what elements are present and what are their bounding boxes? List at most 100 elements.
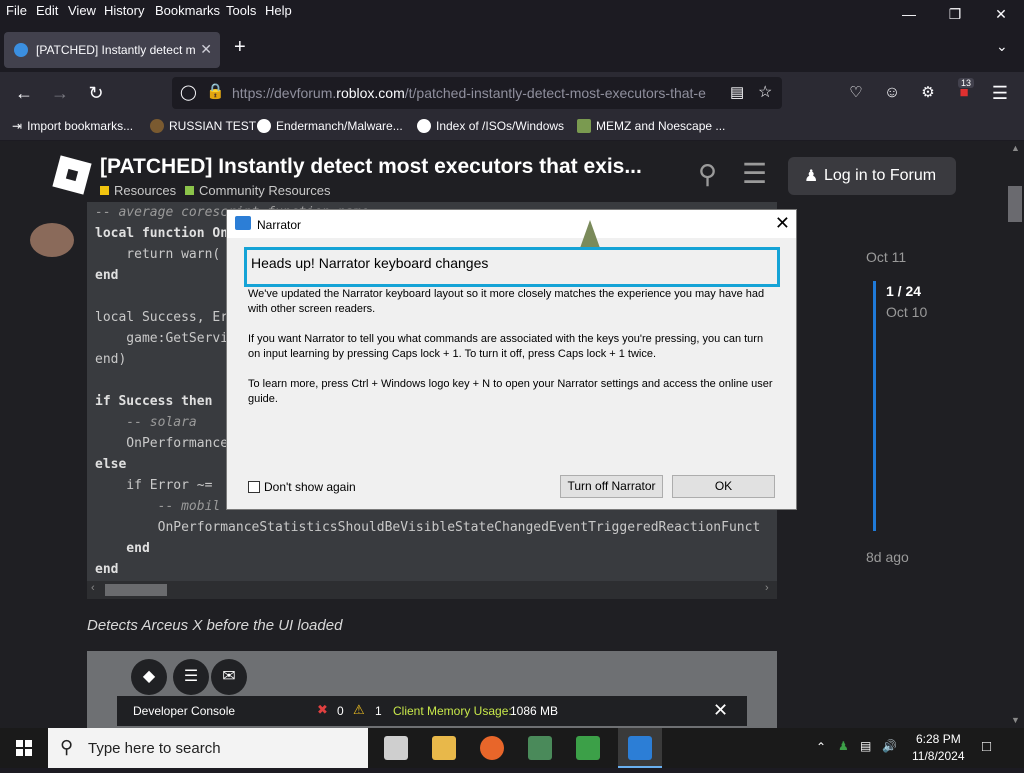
reader-view-icon[interactable]: ▤ xyxy=(730,83,744,101)
notification-icon[interactable]: □ xyxy=(982,738,991,755)
post-caption: Detects Arceus X before the UI loaded xyxy=(87,617,343,634)
code-line: end xyxy=(95,562,119,577)
network-icon[interactable]: ▤ xyxy=(860,739,871,753)
code-line: local function On xyxy=(95,226,229,241)
menu-file[interactable]: File xyxy=(6,3,27,18)
bookmark-memz[interactable]: MEMZ and Noescape ... xyxy=(577,119,725,133)
shield-icon[interactable]: ◯ xyxy=(180,83,197,101)
menu-tools[interactable]: Tools xyxy=(226,3,256,18)
narrator-body: We've updated the Narrator keyboard layo… xyxy=(248,287,778,422)
category-color-swatch xyxy=(185,186,194,195)
tray-app-icon[interactable]: ♟ xyxy=(838,739,849,753)
warning-count: 1 xyxy=(375,704,382,718)
clock-date[interactable]: 11/8/2024 xyxy=(912,749,965,763)
new-tab-icon[interactable]: + xyxy=(234,36,246,59)
roblox-taskbar-icon[interactable] xyxy=(384,736,408,760)
code-horizontal-scrollbar[interactable]: ‹ › xyxy=(87,581,777,599)
start-button[interactable] xyxy=(0,728,48,768)
app-taskbar-icon[interactable] xyxy=(528,736,552,760)
roblox-menu-icon[interactable]: ◆ xyxy=(131,659,167,695)
taskbar-search-box[interactable]: ⚲ Type here to search xyxy=(48,728,368,768)
restore-icon[interactable]: ❐ xyxy=(932,0,978,28)
bookmark-star-icon[interactable]: ☆ xyxy=(758,82,772,102)
turn-off-narrator-button[interactable]: Turn off Narrator xyxy=(560,475,663,498)
menu-lines-icon[interactable]: ☰ xyxy=(173,659,209,695)
timeline-scroller[interactable] xyxy=(873,281,876,531)
lock-icon[interactable]: 🔒 xyxy=(206,82,225,100)
avatar[interactable] xyxy=(30,223,74,257)
category-resources[interactable]: Resources xyxy=(100,183,176,198)
warning-icon: ⚠ xyxy=(353,702,365,717)
scroll-down-icon[interactable]: ▼ xyxy=(1011,715,1020,725)
devconsole-close-icon[interactable]: ✕ xyxy=(713,700,728,721)
timeline-end[interactable]: 8d ago xyxy=(866,549,909,565)
timeline-start[interactable]: Oct 11 xyxy=(866,249,906,265)
menu-bookmarks[interactable]: Bookmarks xyxy=(155,3,220,18)
url-bar[interactable]: ◯ 🔒 https://devforum.roblox.com/t/patche… xyxy=(172,77,782,109)
bookmark-isos[interactable]: Index of /ISOs/Windows xyxy=(417,119,564,133)
hamburger-icon[interactable]: ☰ xyxy=(742,157,767,190)
list-tabs-icon[interactable]: ⌄ xyxy=(996,38,1008,55)
search-icon[interactable]: ⚲ xyxy=(698,159,717,190)
menu-view[interactable]: View xyxy=(68,3,96,18)
forward-icon[interactable]: → xyxy=(46,80,74,106)
scrollbar-thumb[interactable] xyxy=(105,584,167,596)
memory-value: 1086 MB xyxy=(510,704,559,718)
narrator-close-icon[interactable]: ✕ xyxy=(775,213,790,234)
page-scrollbar-thumb[interactable] xyxy=(1008,186,1022,222)
people-taskbar-icon[interactable] xyxy=(576,736,600,760)
narrator-heading: Heads up! Narrator keyboard changes xyxy=(244,247,780,287)
post-image: ◆ ☰ ✉ Developer Console ✖ 0 ⚠ 1 Client M… xyxy=(87,651,777,728)
firefox-icon[interactable] xyxy=(480,736,504,760)
dont-show-again-checkbox[interactable]: Don't show again xyxy=(248,480,356,494)
narrator-taskbar-button[interactable] xyxy=(618,728,662,768)
category-community-resources[interactable]: Community Resources xyxy=(185,183,331,198)
volume-icon[interactable]: 🔊 xyxy=(882,739,897,753)
topic-title[interactable]: [PATCHED] Instantly detect most executor… xyxy=(100,155,670,179)
menu-history[interactable]: History xyxy=(104,3,144,18)
checkbox-box[interactable] xyxy=(248,481,260,493)
file-explorer-icon[interactable] xyxy=(432,736,456,760)
tab-active[interactable]: [PATCHED] Instantly detect mo ✕ xyxy=(4,32,220,68)
code-line: local Success, Er xyxy=(95,310,229,325)
tray-chevron-icon[interactable]: ⌃ xyxy=(816,740,826,754)
scroll-right-icon[interactable]: › xyxy=(765,582,769,594)
timeline-position-date: Oct 10 xyxy=(886,304,928,320)
forum-header: [PATCHED] Instantly detect most executor… xyxy=(0,141,1005,203)
narrator-titlebar[interactable]: Narrator ✕ xyxy=(227,210,796,238)
narrator-paragraph: To learn more, press Ctrl + Windows logo… xyxy=(248,378,773,405)
scroll-left-icon[interactable]: ‹ xyxy=(91,582,95,594)
pocket-icon[interactable]: ♡ xyxy=(842,80,870,106)
tab-close-icon[interactable]: ✕ xyxy=(200,41,212,58)
bookmark-russian-test[interactable]: RUSSIAN TEST xyxy=(150,119,256,133)
code-line: OnPerformanceStatisticsShouldBeVisibleSt… xyxy=(95,520,761,535)
menu-edit[interactable]: Edit xyxy=(36,3,58,18)
developer-console-bar: Developer Console ✖ 0 ⚠ 1 Client Memory … xyxy=(117,696,747,726)
login-button[interactable]: ♟ Log in to Forum xyxy=(788,157,956,195)
window-close-icon[interactable]: ✕ xyxy=(978,0,1024,28)
topic-timeline: Oct 11 1 / 24 Oct 10 8d ago xyxy=(860,241,1000,581)
category-color-swatch xyxy=(100,186,109,195)
scroll-up-icon[interactable]: ▲ xyxy=(1011,143,1020,153)
code-line: end xyxy=(95,268,119,283)
extensions-icon[interactable]: ⚙ xyxy=(914,80,942,106)
ok-button[interactable]: OK xyxy=(672,475,775,498)
code-line: else xyxy=(95,457,127,472)
bookmark-endermanch[interactable]: Endermanch/Malware... xyxy=(257,119,403,133)
devconsole-title: Developer Console xyxy=(133,704,236,718)
clock-time[interactable]: 6:28 PM xyxy=(916,732,961,746)
back-icon[interactable]: ← xyxy=(10,80,38,106)
hamburger-menu-icon[interactable]: ☰ xyxy=(986,80,1014,106)
chat-icon[interactable]: ✉ xyxy=(211,659,247,695)
page-scrollbar[interactable]: ▲ ▼ xyxy=(1006,141,1024,728)
minimize-icon[interactable]: — xyxy=(886,0,932,28)
reload-icon[interactable]: ↻ xyxy=(82,80,110,106)
narrator-paragraph: We've updated the Narrator keyboard layo… xyxy=(248,288,765,315)
code-line: OnPerformance xyxy=(95,436,229,451)
url-text[interactable]: https://devforum.roblox.com/t/patched-in… xyxy=(232,85,712,101)
bookmark-import[interactable]: ⇥ Import bookmarks... xyxy=(12,119,133,133)
taskbar: ⚲ Type here to search ⌃ ♟ ▤ 🔊 6:28 PM 11… xyxy=(0,728,1024,768)
account-icon[interactable]: ☺ xyxy=(878,80,906,106)
roblox-logo-icon[interactable] xyxy=(52,155,92,195)
menu-help[interactable]: Help xyxy=(265,3,292,18)
